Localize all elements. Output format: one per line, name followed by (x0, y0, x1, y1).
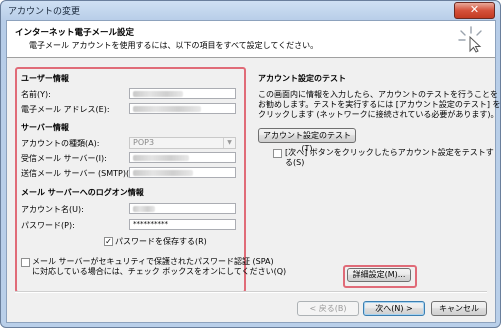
account-name-label: アカウント名(U): (21, 205, 84, 214)
test-on-next-label-line1: [次へ] ボタンをクリックしたらアカウント設定をテストす (285, 148, 494, 157)
close-button[interactable]: ✕ (454, 2, 495, 19)
test-on-next-checkbox[interactable] (273, 149, 282, 158)
dialog-client-area: インターネット電子メール設定 電子メール アカウントを使用するには、以下の項目を… (6, 20, 500, 323)
cancel-button[interactable]: キャンセル (431, 301, 487, 316)
email-label: 電子メール アドレス(E): (21, 105, 110, 114)
dialog-header: インターネット電子メール設定 電子メール アカウントを使用するには、以下の項目を… (7, 21, 495, 58)
name-label: 名前(Y): (21, 90, 51, 99)
chevron-down-icon: ▼ (223, 138, 235, 148)
test-on-next-label-line2: る(S) (285, 158, 305, 167)
more-settings-button[interactable]: 詳細設定(M)... (347, 268, 411, 282)
test-desc-line3: クリックします (ネットワークに接続されている必要があります)。 (258, 110, 499, 119)
spa-checkbox[interactable] (21, 258, 30, 267)
server-info-heading: サーバー情報 (21, 123, 69, 132)
user-info-heading: ユーザー情報 (21, 74, 69, 83)
outgoing-server-field[interactable] (129, 167, 236, 178)
outgoing-server-label: 送信メール サーバー (SMTP)(O): (21, 169, 142, 178)
name-field[interactable] (129, 88, 236, 99)
spa-label-line2: に対応している場合には、チェック ボックスをオンにしてください(Q) (32, 267, 287, 276)
change-account-dialog: アカウントの変更 ✕ インターネット電子メール設定 電子メール アカウントを使用… (0, 0, 501, 328)
incoming-server-field[interactable] (129, 152, 236, 163)
password-label: パスワード(P): (21, 221, 75, 230)
password-field[interactable]: ********** (129, 219, 236, 230)
remember-password-label: パスワードを保存する(R) (115, 237, 207, 246)
logon-info-heading: メール サーバーへのログオン情報 (21, 188, 144, 197)
back-button[interactable]: < 戻る(B) (297, 301, 359, 316)
account-name-field[interactable] (129, 203, 236, 214)
title-bar[interactable]: アカウントの変更 ✕ (1, 1, 500, 19)
header-title: インターネット電子メール設定 (15, 28, 135, 38)
wizard-cursor-icon (458, 26, 482, 53)
test-settings-heading: アカウント設定のテスト (258, 74, 346, 83)
account-type-label: アカウントの種類(A): (21, 139, 100, 148)
email-field[interactable] (129, 103, 236, 114)
footer-separator (15, 291, 487, 293)
checkmark-icon: ✓ (105, 237, 112, 246)
account-type-select[interactable]: POP3 ▼ (129, 137, 236, 149)
remember-password-checkbox[interactable]: ✓ (104, 237, 113, 246)
account-type-value: POP3 (133, 138, 155, 147)
header-subtitle: 電子メール アカウントを使用するには、以下の項目をすべて設定してください。 (29, 41, 319, 50)
test-account-settings-button[interactable]: アカウント設定のテスト(T) (258, 128, 356, 153)
incoming-server-label: 受信メール サーバー(I): (21, 154, 107, 163)
next-button[interactable]: 次へ(N) > (363, 301, 425, 316)
window-title: アカウントの変更 (8, 7, 81, 17)
